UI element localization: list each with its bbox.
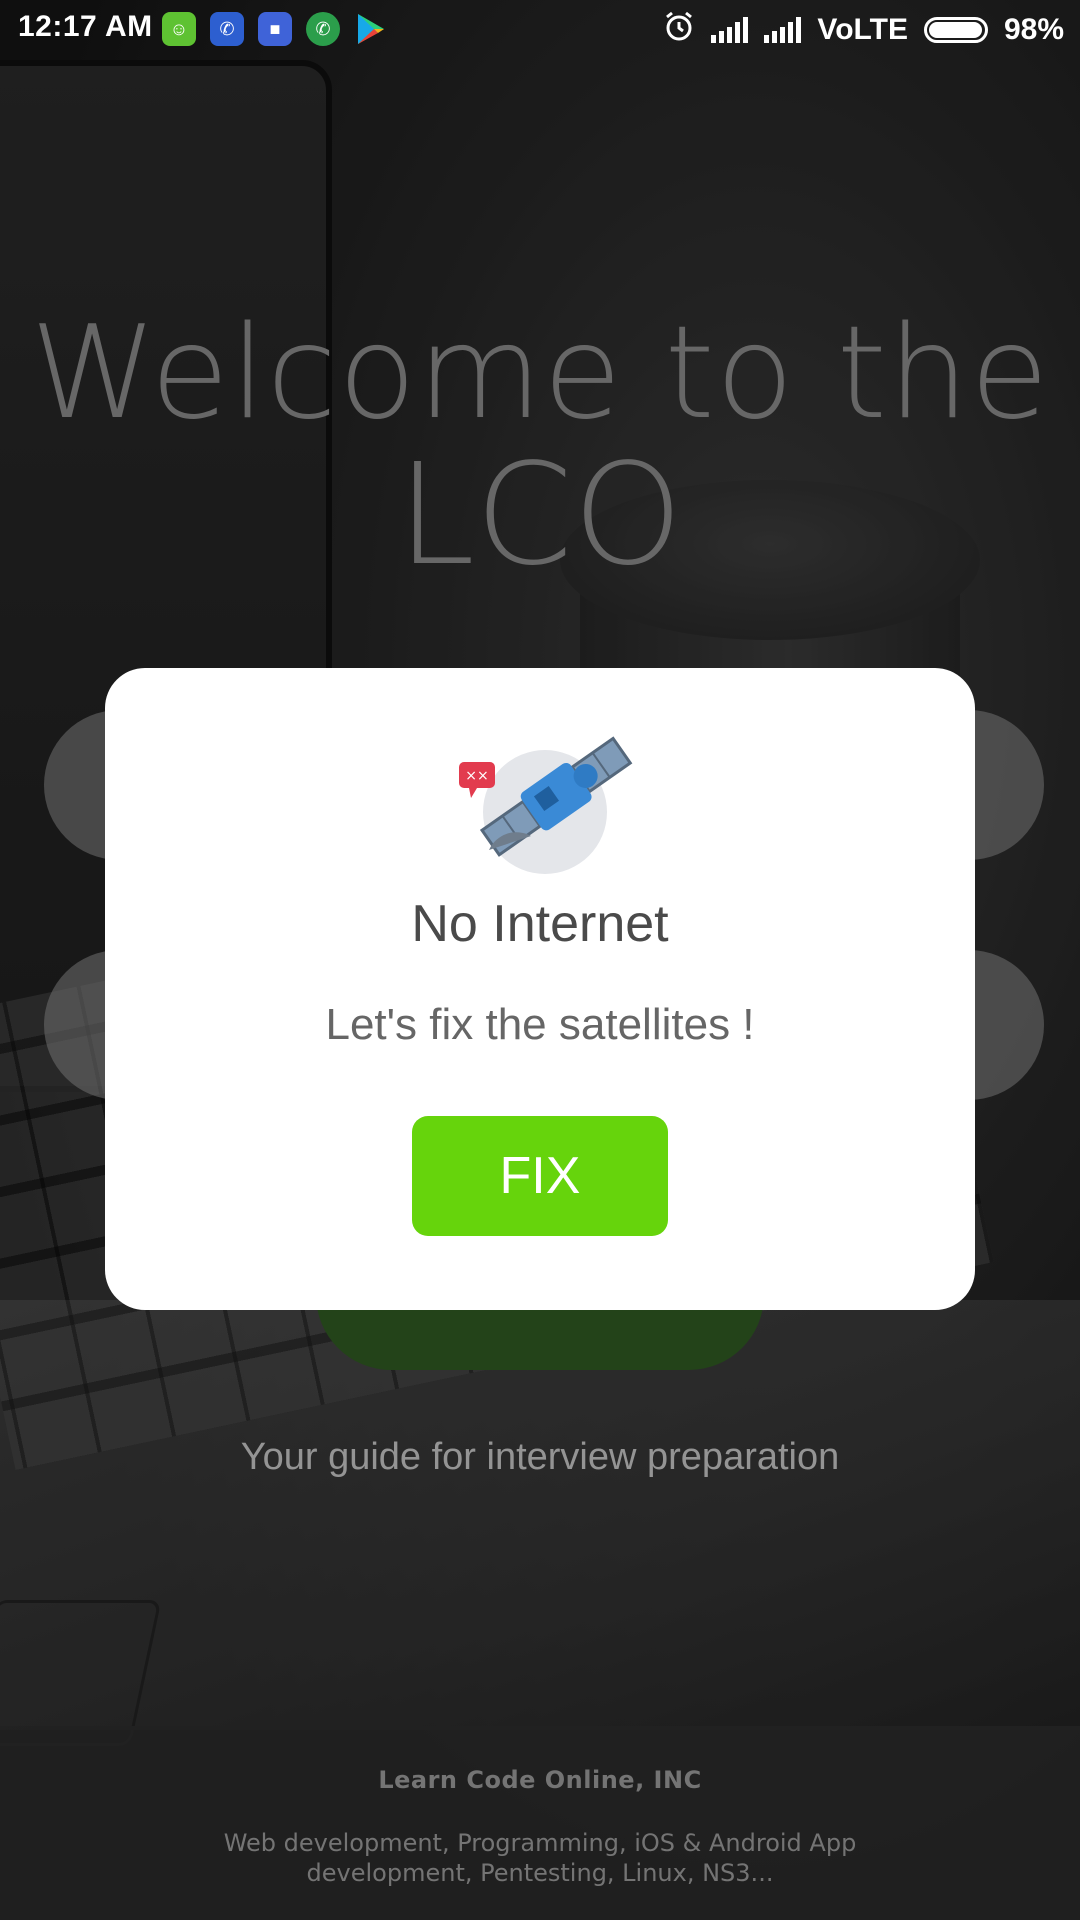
play-store-icon [354, 12, 388, 46]
network-type: VoLTE [817, 13, 908, 46]
svg-text:××: ×× [465, 768, 488, 784]
whatsapp-icon: ✆ [306, 12, 340, 46]
status-right: VoLTE 98% [663, 10, 1064, 50]
broken-satellite-icon: ×× [455, 710, 655, 890]
phone-icon: ✆ [210, 12, 244, 46]
status-time: 12:17 AM [18, 10, 153, 43]
battery-icon [923, 17, 988, 43]
fix-button[interactable]: FIX [412, 1116, 668, 1236]
signal-icon [711, 17, 749, 43]
battery-fill [928, 22, 982, 38]
signal-icon-2 [764, 17, 802, 43]
notification-icons: ☺ ✆ ■ ✆ [162, 12, 388, 46]
video-icon: ■ [258, 12, 292, 46]
dialog-message: Let's fix the satellites ! [325, 1000, 755, 1049]
status-bar: 12:17 AM ☺ ✆ ■ ✆ VoLTE 98% [0, 0, 1080, 60]
android-icon: ☺ [162, 12, 196, 46]
battery-percent: 98% [1003, 13, 1064, 46]
no-internet-dialog: ×× No Internet Let's fix the satellites … [105, 668, 975, 1310]
dialog-title: No Internet [411, 895, 669, 953]
alarm-icon [663, 10, 695, 50]
